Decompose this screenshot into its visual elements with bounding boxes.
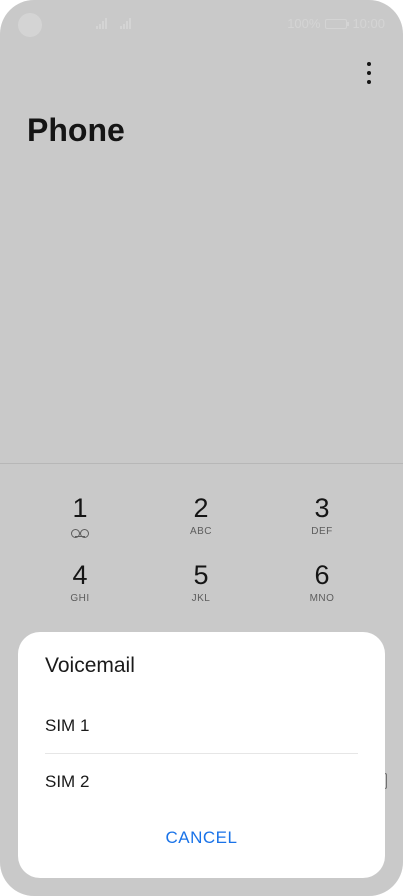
cancel-button[interactable]: CANCEL <box>18 828 385 848</box>
phone-screen: 100% 10:00 Phone 1 2 ABC 3 DEF 4 GHI 5 J… <box>0 0 403 896</box>
dialog-title: Voicemail <box>45 654 135 677</box>
sim-1-option[interactable]: SIM 1 <box>45 699 358 754</box>
sim-2-option[interactable]: SIM 2 <box>45 754 358 809</box>
voicemail-sim-dialog: Voicemail SIM 1 SIM 2 CANCEL <box>18 632 385 878</box>
